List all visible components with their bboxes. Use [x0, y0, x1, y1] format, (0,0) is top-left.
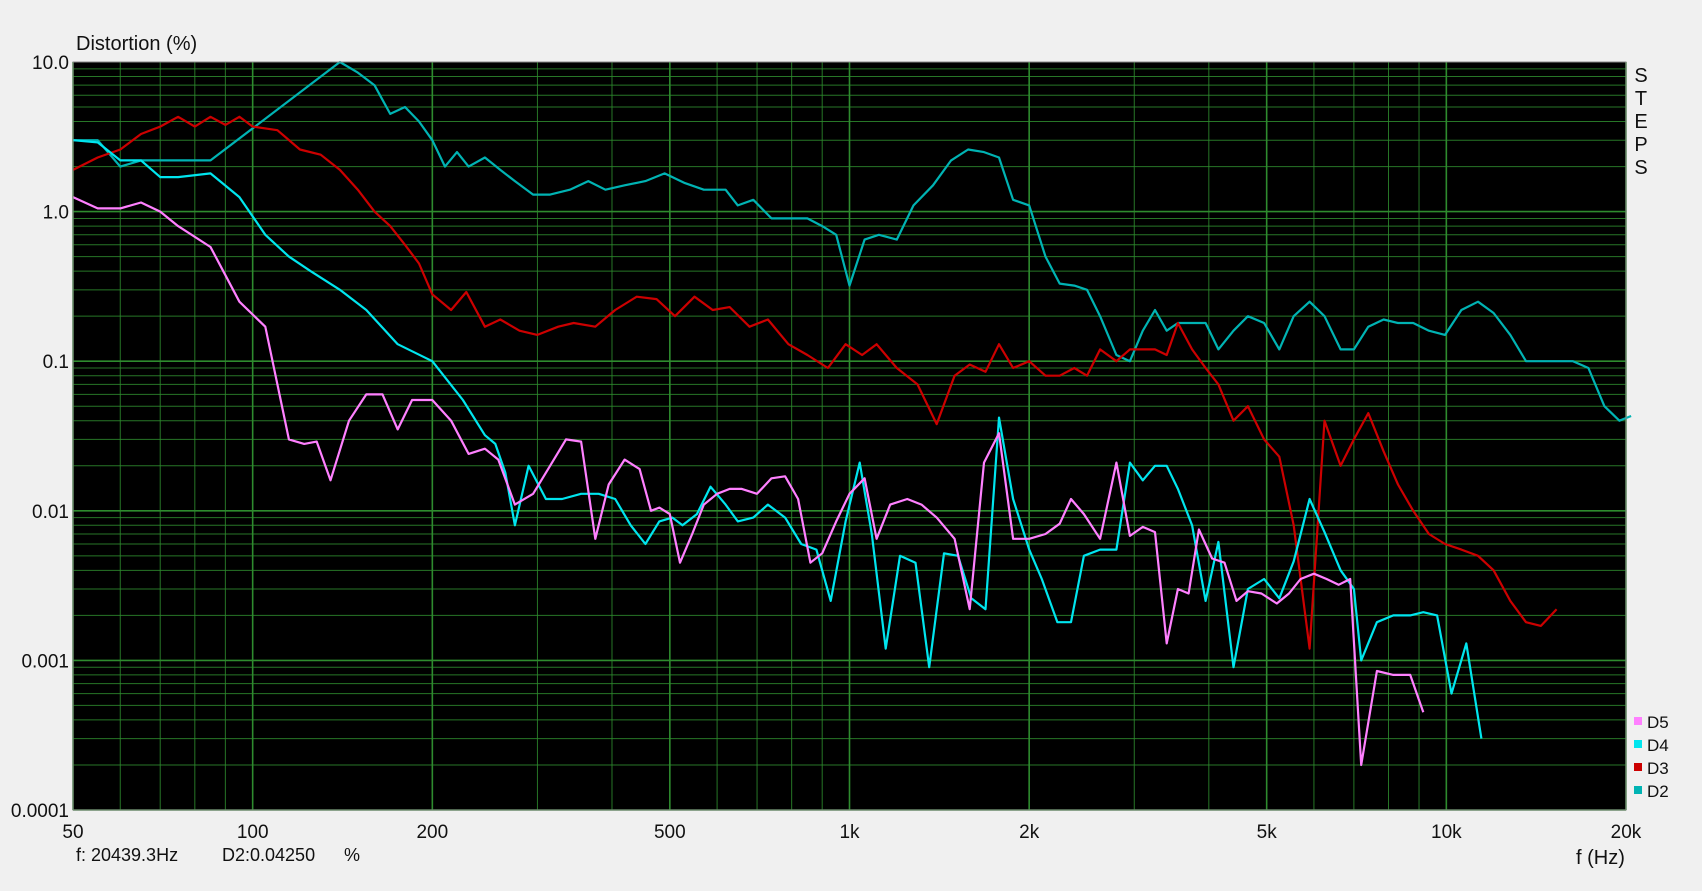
cursor-frequency: f: 20439.3Hz — [76, 845, 179, 865]
steps-label: STEPS — [1634, 65, 1647, 179]
steps-letter: S — [1634, 65, 1647, 87]
y-tick-label: 10.0 — [32, 53, 69, 74]
legend-label-d3: D3 — [1647, 759, 1669, 778]
x-tick-label: 500 — [654, 822, 686, 843]
distortion-chart: 50 100 200 500 1k 2k 5k 10k 20k 10.0 1.0 0.1 0.01 0.… — [11, 33, 1669, 869]
x-axis-label: f (Hz) — [1576, 847, 1625, 869]
x-tick-label: 2k — [1019, 822, 1040, 843]
legend-label-d5: D5 — [1647, 713, 1669, 732]
y-axis-label: Distortion (%) — [76, 33, 197, 55]
y-tick-label: 0.001 — [21, 651, 69, 672]
y-axis-ticks: 10.0 1.0 0.1 0.01 0.001 0.0001 — [11, 53, 69, 822]
legend-label-d4: D4 — [1647, 736, 1669, 755]
x-tick-label: 10k — [1431, 822, 1462, 843]
legend-swatch-d4 — [1634, 740, 1642, 748]
y-tick-label: 1.0 — [43, 203, 69, 224]
cursor-unit: % — [344, 845, 361, 865]
x-tick-label: 200 — [416, 822, 448, 843]
x-tick-label: 50 — [62, 822, 83, 843]
steps-letter: P — [1634, 134, 1647, 156]
legend-label-d2: D2 — [1647, 782, 1669, 801]
y-tick-label: 0.0001 — [11, 801, 69, 822]
y-tick-label: 0.01 — [32, 502, 69, 523]
x-tick-label: 20k — [1611, 822, 1642, 843]
steps-letter: E — [1634, 111, 1647, 133]
x-axis-ticks: 50 100 200 500 1k 2k 5k 10k 20k — [62, 822, 1641, 843]
cursor-value: D2:0.04250 — [222, 845, 316, 865]
steps-letter: S — [1634, 157, 1647, 179]
legend-swatch-d5 — [1634, 717, 1642, 725]
legend-swatch-d2 — [1634, 786, 1642, 794]
x-tick-label: 1k — [839, 822, 860, 843]
legend: D5 D4 D3 D2 — [1634, 713, 1669, 801]
x-tick-label: 5k — [1257, 822, 1278, 843]
y-tick-label: 0.1 — [43, 352, 69, 373]
x-tick-label: 100 — [237, 822, 269, 843]
steps-letter: T — [1635, 88, 1647, 110]
legend-swatch-d3 — [1634, 763, 1642, 771]
